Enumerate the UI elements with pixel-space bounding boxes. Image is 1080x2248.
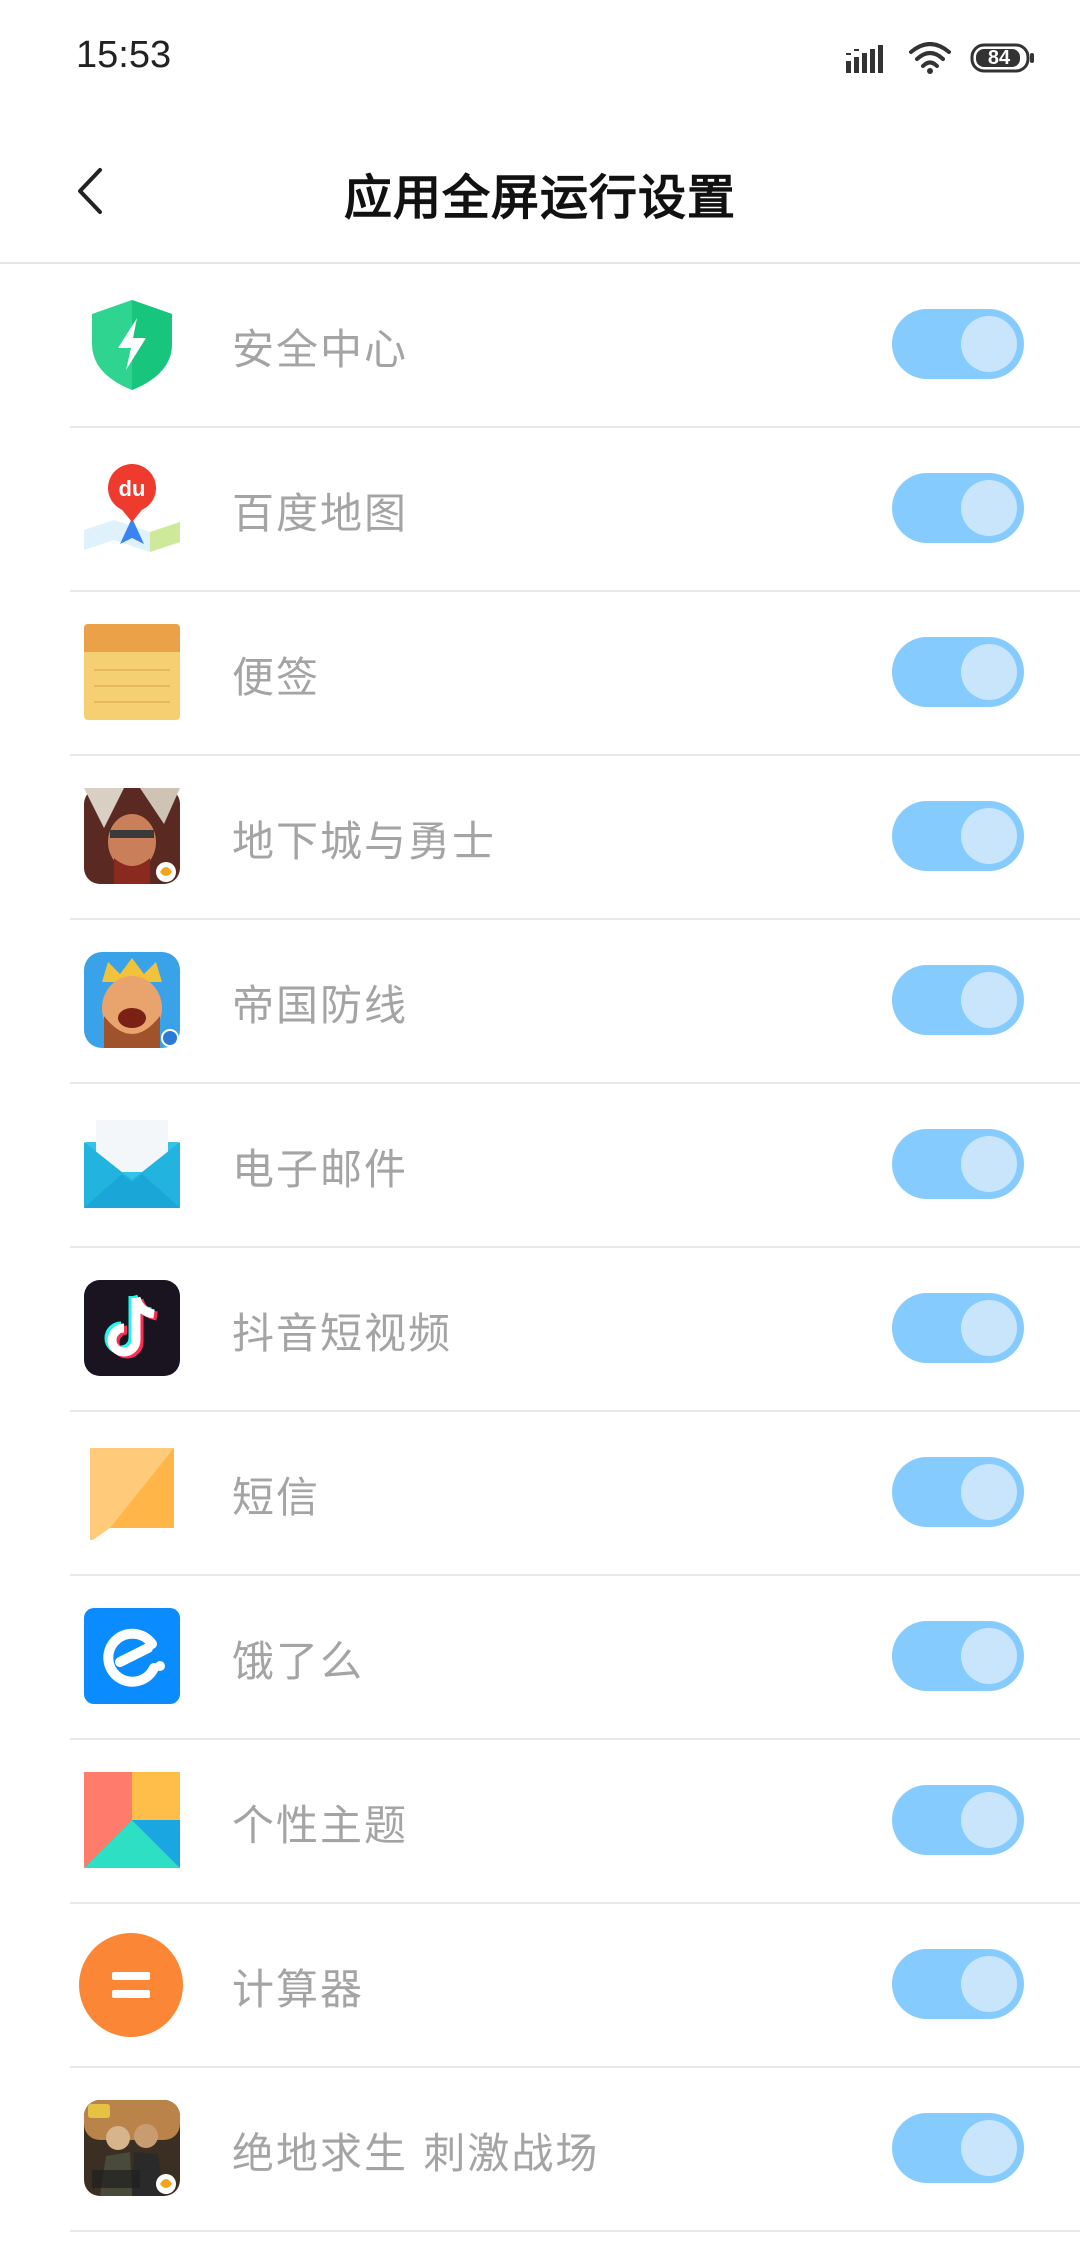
fullscreen-toggle[interactable] — [892, 1457, 1024, 1527]
douyin-icon — [84, 1280, 180, 1376]
app-label: 百度地图 — [232, 489, 409, 538]
calculator-icon — [78, 1932, 184, 2038]
toggle-knob — [961, 2120, 1017, 2176]
status-bar: 15:53 84 — [0, 0, 1080, 120]
svg-text:du: du — [119, 476, 146, 501]
list-item: 电子邮件 — [0, 1084, 1080, 1248]
toggle-knob — [961, 1136, 1017, 1192]
page-title: 应用全屏运行设置 — [343, 170, 736, 226]
toggle-knob — [961, 644, 1017, 700]
list-item: 个性主题 — [0, 1740, 1080, 1904]
eleme-icon — [84, 1608, 180, 1704]
fullscreen-toggle[interactable] — [892, 2113, 1024, 2183]
app-label: 安全中心 — [232, 325, 409, 374]
wifi-icon — [908, 42, 952, 74]
battery-level: 84 — [987, 47, 1011, 69]
fullscreen-toggle[interactable] — [892, 1949, 1024, 2019]
fullscreen-toggle[interactable] — [892, 1293, 1024, 1363]
list-item: 抖音短视频 — [0, 1248, 1080, 1412]
app-label: 帝国防线 — [232, 981, 409, 1030]
security-center-icon — [84, 296, 180, 392]
toggle-knob — [961, 1300, 1017, 1356]
fullscreen-toggle[interactable] — [892, 473, 1024, 543]
email-icon — [84, 1116, 180, 1212]
app-label: 抖音短视频 — [232, 1309, 453, 1358]
fullscreen-toggle[interactable] — [892, 965, 1024, 1035]
themes-icon — [84, 1772, 180, 1868]
app-label: 饿了么 — [232, 1637, 365, 1686]
fullscreen-toggle[interactable] — [892, 1129, 1024, 1199]
list-item: 计算器 — [0, 1904, 1080, 2068]
battery-icon: 84 — [970, 43, 1036, 73]
divider — [70, 2230, 1080, 2232]
fullscreen-toggle[interactable] — [892, 1785, 1024, 1855]
fullscreen-toggle[interactable] — [892, 1621, 1024, 1691]
list-item: 绝地求生 刺激战场 — [0, 2068, 1080, 2232]
fullscreen-toggle[interactable] — [892, 801, 1024, 871]
toggle-knob — [961, 808, 1017, 864]
dnf-game-icon — [84, 788, 180, 884]
app-label: 个性主题 — [232, 1801, 409, 1850]
fullscreen-toggle[interactable] — [892, 637, 1024, 707]
toggle-knob — [961, 1956, 1017, 2012]
toggle-knob — [961, 972, 1017, 1028]
fullscreen-toggle[interactable] — [892, 309, 1024, 379]
notes-icon — [84, 624, 180, 720]
list-item: 便签 — [0, 592, 1080, 756]
toggle-knob — [961, 480, 1017, 536]
baidu-map-icon: du — [84, 460, 180, 556]
toggle-knob — [961, 316, 1017, 372]
header: 应用全屏运行设置 — [0, 120, 1080, 264]
app-label: 短信 — [232, 1473, 321, 1522]
toggle-knob — [961, 1792, 1017, 1848]
app-label: 地下城与勇士 — [232, 817, 497, 866]
list-item: 帝国防线 — [0, 920, 1080, 1084]
list-item: du 百度地图 — [0, 428, 1080, 592]
status-icons: 84 — [846, 38, 1036, 78]
empire-defense-game-icon — [84, 952, 180, 1048]
list-item: 安全中心 — [0, 264, 1080, 428]
status-time: 15:53 — [76, 34, 172, 76]
pubg-game-icon — [84, 2100, 180, 2196]
sms-icon — [84, 1444, 180, 1540]
list-item: 饿了么 — [0, 1576, 1080, 1740]
list-item: 地下城与勇士 — [0, 756, 1080, 920]
app-label: 计算器 — [232, 1965, 365, 2014]
list-item: 短信 — [0, 1412, 1080, 1576]
app-label: 绝地求生 刺激战场 — [232, 2129, 600, 2178]
app-label: 电子邮件 — [232, 1145, 409, 1194]
toggle-knob — [961, 1628, 1017, 1684]
app-label: 便签 — [232, 653, 321, 702]
app-list: 安全中心 du 百度地图 便签 地下城与勇士 帝国防线 电子邮件 抖音短视频 短… — [0, 264, 1080, 2232]
toggle-knob — [961, 1464, 1017, 1520]
signal-icon — [846, 43, 890, 73]
